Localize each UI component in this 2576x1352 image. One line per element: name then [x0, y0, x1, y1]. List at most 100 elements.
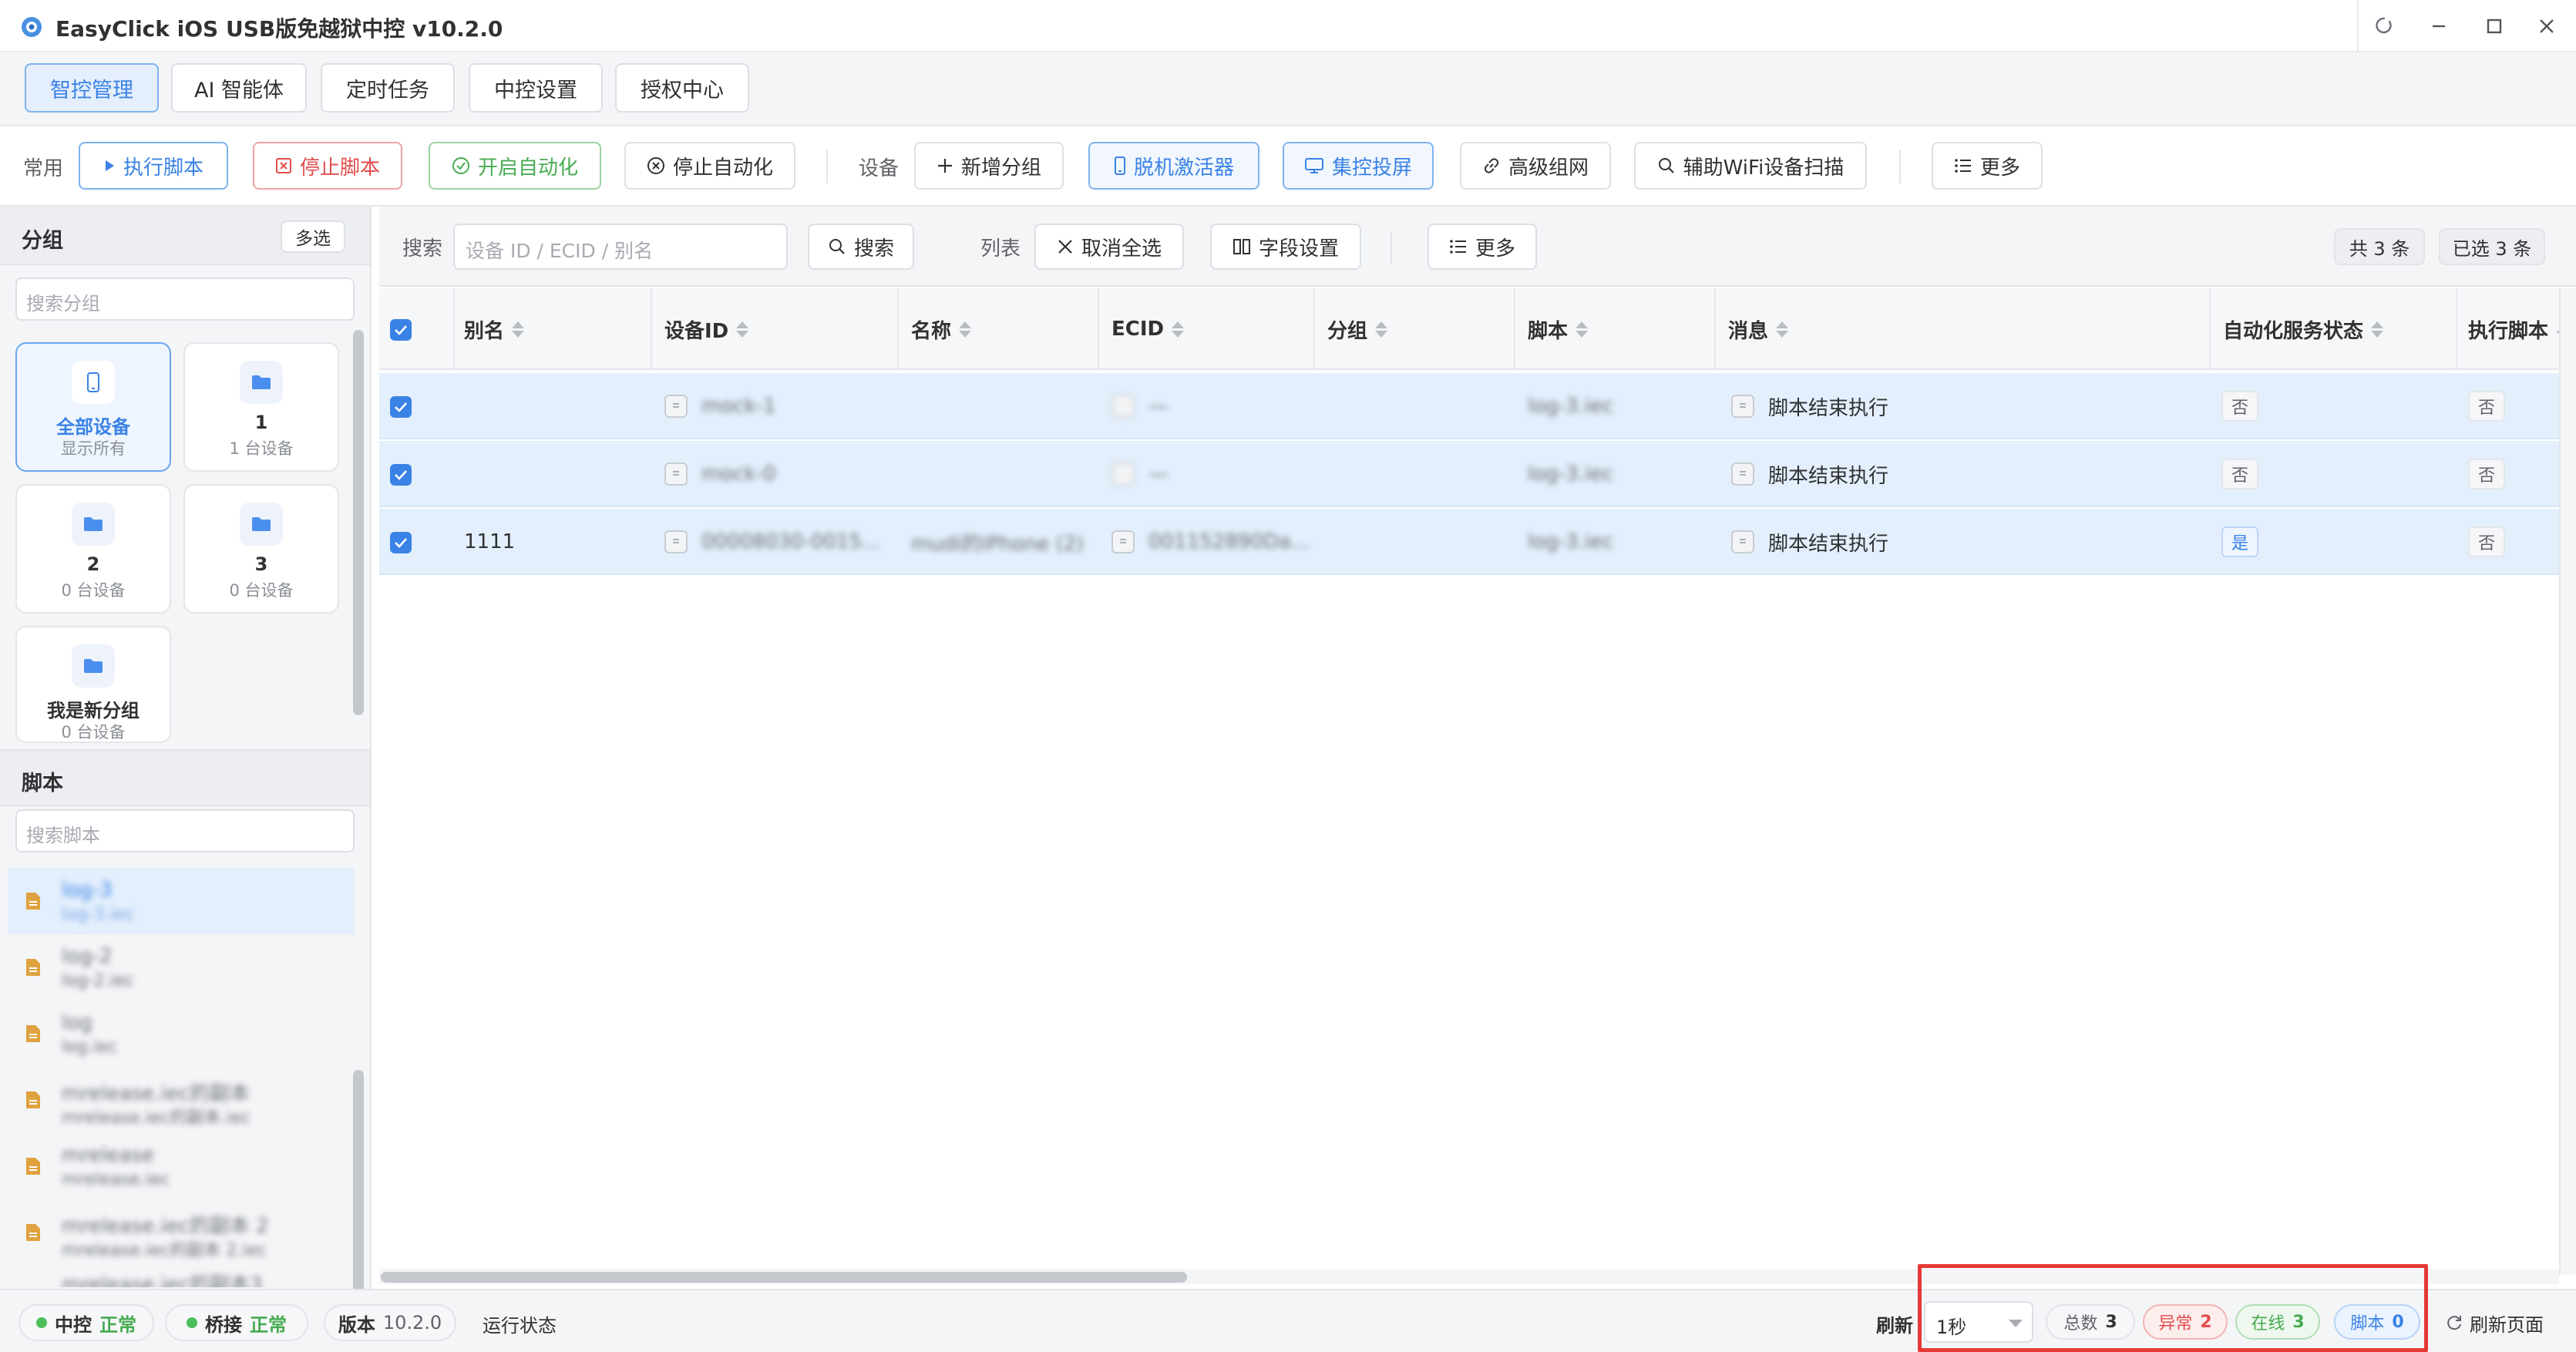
bridge-state: 正常 — [250, 1313, 287, 1336]
script-search-input[interactable]: 搜索脚本 — [15, 809, 355, 853]
group-card-1[interactable]: 1 1 台设备 — [183, 342, 339, 472]
stop-automation-button[interactable]: 停止自动化 — [624, 142, 795, 190]
tab-controller-settings[interactable]: 中控设置 — [469, 63, 603, 113]
sort-icon[interactable] — [1172, 321, 1185, 338]
col-separator — [897, 288, 899, 370]
field-settings-button[interactable]: 字段设置 — [1210, 224, 1361, 270]
deselect-all-button[interactable]: 取消全选 — [1034, 224, 1184, 270]
phone-icon — [1114, 156, 1126, 175]
copy-icon[interactable] — [664, 530, 688, 553]
close-icon[interactable] — [2536, 15, 2558, 37]
toolbar-more-label: 更多 — [1979, 156, 2020, 180]
copy-icon[interactable] — [1111, 530, 1135, 553]
sort-icon[interactable] — [2371, 321, 2384, 338]
device-more-button[interactable]: 更多 — [1428, 224, 1537, 270]
group-search-input[interactable]: 搜索分组 — [15, 277, 355, 321]
script-item[interactable]: log log.iec — [8, 1001, 355, 1067]
table-horizontal-scrollbar[interactable] — [381, 1272, 1187, 1283]
select-all-checkbox[interactable] — [390, 319, 412, 341]
script-name: log — [62, 1011, 92, 1034]
col-device-id[interactable]: 设备ID — [664, 288, 749, 370]
sort-icon[interactable] — [1375, 321, 1388, 338]
group-screen-button[interactable]: 集控投屏 — [1283, 142, 1434, 190]
row-checkbox[interactable] — [390, 396, 412, 418]
run-status-link[interactable]: 运行状态 — [483, 1310, 557, 1337]
col-device-id-label: 设备ID — [664, 319, 729, 343]
monitor-icon — [1304, 157, 1324, 174]
x-circle-icon — [647, 156, 665, 175]
col-exec-script[interactable]: 执行脚本 — [2468, 288, 2569, 370]
refresh-interval-select[interactable]: 1秒 — [1924, 1301, 2033, 1343]
title-bar: EasyClick iOS USB版免越狱中控 v10.2.0 — [0, 0, 2576, 52]
script-item[interactable]: mrelease.iec的副本 2 mrelease.iec的副本 2.iec — [8, 1199, 355, 1266]
toolbar-more-button[interactable]: 更多 — [1932, 142, 2043, 190]
group-card-new-group[interactable]: 我是新分组 0 台设备 — [15, 626, 171, 743]
tab-ai-agent[interactable]: AI 智能体 — [171, 63, 307, 113]
check-circle-icon — [452, 156, 470, 175]
tab-license-center[interactable]: 授权中心 — [615, 63, 749, 113]
group-scrollbar[interactable] — [353, 330, 364, 715]
script-name: mrelease.iec的副本3 — [62, 1273, 263, 1287]
message-icon[interactable] — [1731, 395, 1754, 418]
copy-icon[interactable] — [1111, 395, 1135, 418]
cell-ecid: 001152890Da... — [1111, 509, 1310, 575]
copy-icon[interactable] — [664, 462, 688, 486]
cell-device-id: mock-0 — [664, 441, 776, 507]
col-script[interactable]: 脚本 — [1528, 288, 1589, 370]
col-name[interactable]: 名称 — [911, 288, 972, 370]
col-name-label: 名称 — [911, 319, 952, 343]
script-file: log.iec — [62, 1038, 118, 1057]
start-automation-button[interactable]: 开启自动化 — [429, 142, 601, 190]
refresh-page-button[interactable]: 刷新页面 — [2445, 1306, 2568, 1340]
col-alias[interactable]: 别名 — [464, 288, 525, 370]
message-icon[interactable] — [1731, 462, 1754, 486]
tab-scheduled-tasks[interactable]: 定时任务 — [321, 63, 455, 113]
sort-icon[interactable] — [1576, 321, 1589, 338]
advanced-network-button[interactable]: 高级组网 — [1460, 142, 1611, 190]
script-item-partial[interactable]: mrelease.iec的副本3 — [8, 1266, 355, 1287]
script-item[interactable]: mrelease.iec的副本 mrelease.iec的副本.iec — [8, 1067, 355, 1133]
row-checkbox[interactable] — [390, 464, 412, 486]
start-automation-label: 开启自动化 — [477, 156, 578, 180]
message-text: 脚本结束执行 — [1768, 464, 1889, 488]
add-group-button[interactable]: 新增分组 — [914, 142, 1064, 190]
device-search-input[interactable]: 设备 ID / ECID / 别名 — [453, 224, 788, 270]
sort-icon[interactable] — [1776, 321, 1789, 338]
main-toolbar: 常用 执行脚本 停止脚本 开启自动化 停止自动化 设备 新增分组 脱机激活器 集… — [0, 126, 2576, 207]
error-value: 2 — [2200, 1312, 2212, 1332]
group-card-2[interactable]: 2 0 台设备 — [15, 484, 171, 614]
row-checkbox[interactable] — [390, 532, 412, 553]
check-icon — [395, 402, 407, 412]
columns-icon — [1233, 238, 1251, 255]
script-item[interactable]: mrelease mrelease.iec — [8, 1133, 355, 1199]
stop-script-button[interactable]: 停止脚本 — [253, 142, 402, 190]
col-auto-status[interactable]: 自动化服务状态 — [2223, 288, 2384, 370]
group-card-name: 2 — [86, 553, 100, 575]
offline-activator-button[interactable]: 脱机激活器 — [1088, 142, 1259, 190]
script-item[interactable]: log-3 log-3.iec — [8, 868, 355, 934]
tab-smart-control[interactable]: 智控管理 — [25, 63, 159, 113]
script-item[interactable]: log-2 log-2.iec — [8, 934, 355, 1001]
message-icon[interactable] — [1731, 530, 1754, 553]
maximize-icon[interactable] — [2484, 15, 2505, 37]
script-scrollbar[interactable] — [353, 1070, 364, 1309]
copy-icon[interactable] — [1111, 462, 1135, 486]
group-card-sub: 0 台设备 — [61, 723, 126, 742]
col-group[interactable]: 分组 — [1327, 288, 1388, 370]
wifi-scan-button[interactable]: 辅助WiFi设备扫描 — [1634, 142, 1867, 190]
group-card-3[interactable]: 3 0 台设备 — [183, 484, 339, 614]
run-script-button[interactable]: 执行脚本 — [79, 142, 228, 190]
sort-icon[interactable] — [512, 321, 525, 338]
multi-select-button[interactable]: 多选 — [281, 220, 345, 253]
copy-icon[interactable] — [664, 395, 688, 418]
col-message[interactable]: 消息 — [1728, 288, 1789, 370]
script-file: mrelease.iec — [62, 1170, 170, 1189]
minimize-icon[interactable] — [2428, 15, 2450, 37]
col-ecid[interactable]: ECID — [1111, 288, 1185, 370]
device-search-button[interactable]: 搜索 — [808, 224, 914, 270]
group-card-all[interactable]: 全部设备 显示所有 — [15, 342, 171, 472]
sort-icon[interactable] — [736, 321, 749, 338]
sort-icon[interactable] — [959, 321, 972, 338]
group-card-sub: 0 台设备 — [61, 581, 126, 600]
group-card-name: 我是新分组 — [47, 700, 140, 721]
